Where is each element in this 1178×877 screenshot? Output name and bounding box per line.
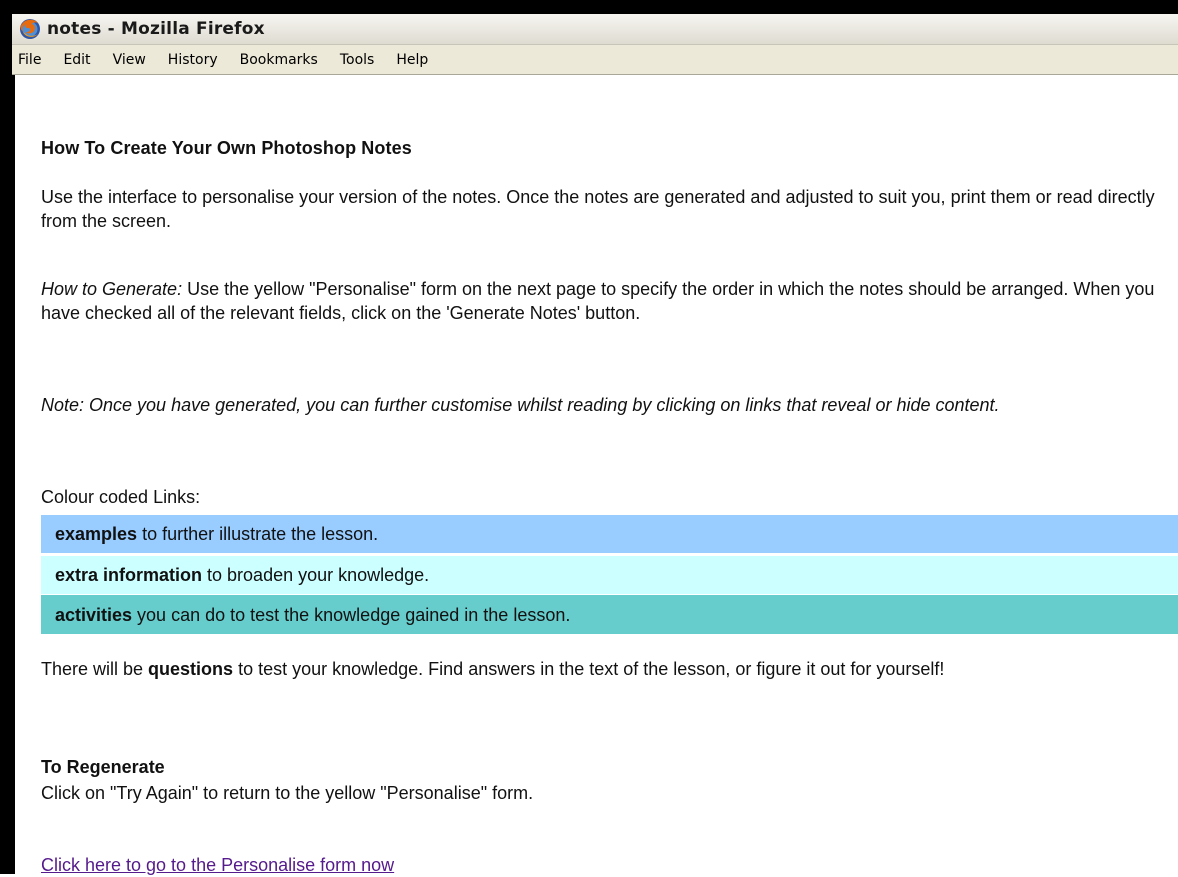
personalise-form-link[interactable]: Click here to go to the Personalise form…: [41, 853, 394, 877]
generate-label: How to Generate:: [41, 279, 183, 299]
menu-bookmarks[interactable]: Bookmarks: [230, 52, 330, 68]
questions-paragraph: There will be questions to test your kno…: [41, 657, 1176, 681]
menu-edit[interactable]: Edit: [53, 52, 102, 68]
note-paragraph: Note: Once you have generated, you can f…: [41, 395, 1000, 415]
menu-view[interactable]: View: [103, 52, 158, 68]
page-title: How To Create Your Own Photoshop Notes: [41, 138, 412, 158]
menu-tools[interactable]: Tools: [330, 52, 387, 68]
regenerate-heading: To Regenerate: [41, 757, 165, 777]
menu-history[interactable]: History: [158, 52, 230, 68]
questions-pre: There will be: [41, 659, 149, 679]
menu-bar: File Edit View History Bookmarks Tools H…: [12, 45, 1178, 75]
examples-keyword: examples: [55, 524, 138, 544]
colour-coded-label: Colour coded Links:: [41, 487, 201, 507]
generate-paragraph: How to Generate: Use the yellow "Persona…: [41, 277, 1176, 325]
extra-information-legend: extra information to broaden your knowle…: [41, 556, 1178, 594]
questions-post: to test your knowledge. Find answers in …: [233, 659, 945, 679]
regenerate-text: Click on "Try Again" to return to the ye…: [41, 783, 534, 803]
menu-help[interactable]: Help: [386, 52, 440, 68]
browser-window: notes - Mozilla Firefox File Edit View H…: [0, 0, 1178, 877]
menu-file[interactable]: File: [12, 52, 53, 68]
intro-paragraph: Use the interface to personalise your ve…: [41, 187, 1155, 231]
firefox-icon: [20, 19, 40, 39]
title-bar[interactable]: notes - Mozilla Firefox: [12, 14, 1178, 45]
window-title: notes - Mozilla Firefox: [47, 19, 265, 39]
page-content: How To Create Your Own Photoshop Notes U…: [12, 75, 1178, 877]
extra-information-keyword: extra information: [55, 565, 203, 585]
questions-keyword: questions: [148, 659, 234, 679]
generate-text: Use the yellow "Personalise" form on the…: [41, 279, 1155, 323]
extra-information-desc: to broaden your knowledge.: [202, 565, 430, 585]
examples-legend: examples to further illustrate the lesso…: [41, 515, 1178, 553]
activities-desc: you can do to test the knowledge gained …: [132, 604, 571, 625]
examples-desc: to further illustrate the lesson.: [137, 524, 379, 544]
activities-legend: activities you can do to test the knowle…: [41, 595, 1178, 634]
activities-keyword: activities: [55, 604, 133, 625]
